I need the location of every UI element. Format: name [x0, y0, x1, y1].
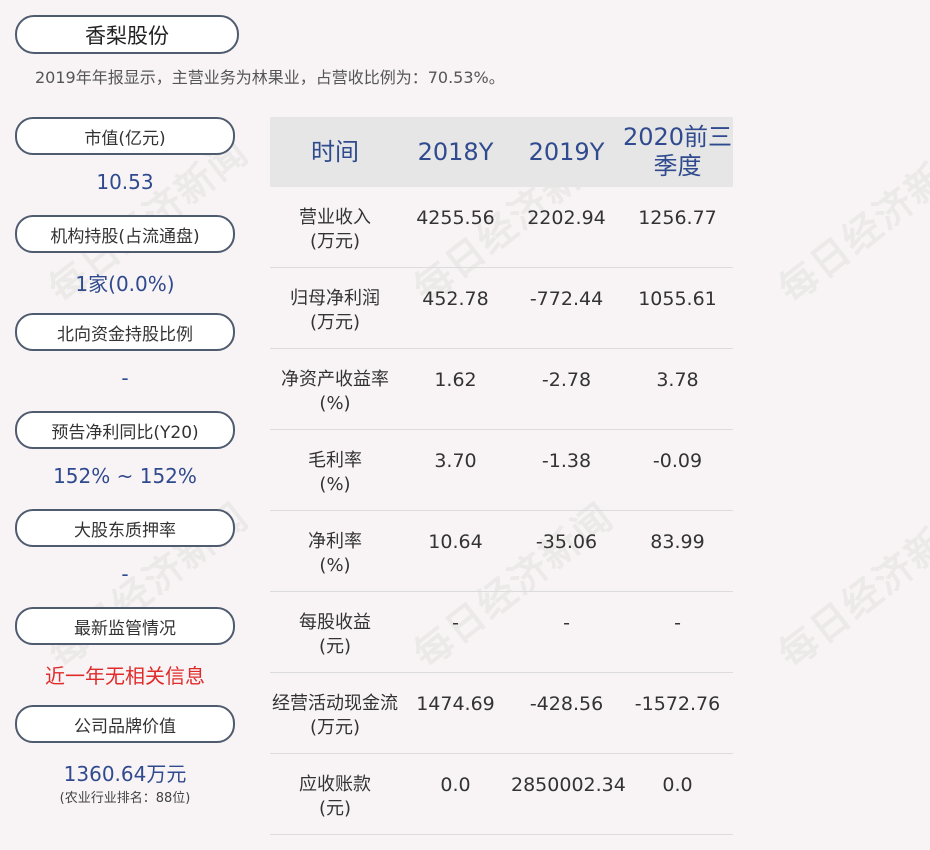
stat-profit-forecast: 预告净利同比(Y20) 152% ~ 152% — [15, 411, 235, 509]
stat-institutional-holding: 机构持股(占流通盘) 1家(0.0%) — [15, 215, 235, 313]
row-label: 应收账款 (元) — [270, 754, 400, 821]
table-cell: -1572.76 — [634, 693, 721, 715]
stat-label: 市值(亿元) — [15, 117, 235, 155]
stat-label: 公司品牌价值 — [15, 705, 235, 743]
stats-column: 市值(亿元) 10.53 机构持股(占流通盘) 1家(0.0%) 北向资金持股比… — [15, 117, 235, 806]
stat-value: - — [121, 366, 129, 390]
table-cell: -2.78 — [541, 369, 592, 391]
stat-value: 1360.64万元 — [63, 762, 187, 786]
table-cell: 3.78 — [656, 369, 699, 391]
table-cell: 1055.61 — [638, 288, 717, 310]
table-cell: - — [452, 612, 459, 634]
company-summary: 2019年年报显示，主营业务为林果业，占营收比例为：70.53%。 — [35, 68, 505, 87]
table-cell: 4255.56 — [416, 207, 495, 229]
table-row: 应收账款 (元) 0.0 2850002.34 0.0 — [270, 754, 733, 835]
row-label-name: 净利率 — [308, 531, 362, 552]
table-cell: -0.09 — [652, 450, 703, 472]
row-label: 净利率 (%) — [270, 511, 400, 578]
header-cell: 2020前三季度 — [622, 123, 733, 180]
table-cell: 83.99 — [650, 531, 705, 553]
row-label: 归母净利润 (万元) — [270, 268, 400, 335]
header-cell: 2019Y — [528, 137, 605, 166]
header-cell: 时间 — [311, 137, 359, 166]
table-cell: 0.0 — [440, 774, 471, 796]
table-cell: 0.0 — [662, 774, 693, 796]
stat-regulatory-status: 最新监管情况 近一年无相关信息 — [15, 607, 235, 705]
stat-label: 最新监管情况 — [15, 607, 235, 645]
row-label-unit: (万元) — [309, 312, 361, 333]
table-row: 营业收入 (万元) 4255.56 2202.94 1256.77 — [270, 187, 733, 268]
table-row: 经营活动现金流 (万元) 1474.69 -428.56 -1572.76 — [270, 673, 733, 754]
financial-table: 时间 2018Y 2019Y 2020前三季度 营业收入 (万元) 4255.5… — [270, 117, 733, 835]
table-cell: 2202.94 — [527, 207, 606, 229]
row-label-name: 净资产收益率 — [281, 369, 389, 390]
stat-value: 近一年无相关信息 — [45, 664, 205, 688]
table-cell: 452.78 — [422, 288, 489, 310]
stat-northbound-holding: 北向资金持股比例 - — [15, 313, 235, 411]
stat-market-cap: 市值(亿元) 10.53 — [15, 117, 235, 215]
table-cell: 3.70 — [434, 450, 477, 472]
stat-label: 机构持股(占流通盘) — [15, 215, 235, 253]
row-label-name: 经营活动现金流 — [272, 693, 398, 714]
stat-value: - — [121, 562, 129, 586]
row-label-unit: (元) — [318, 798, 352, 819]
row-label-name: 每股收益 — [299, 612, 371, 633]
row-label: 净资产收益率 (%) — [270, 349, 400, 416]
table-cell: 2850002.34 — [511, 774, 626, 796]
table-row: 净资产收益率 (%) 1.62 -2.78 3.78 — [270, 349, 733, 430]
stat-value: 1家(0.0%) — [75, 272, 175, 296]
stat-label: 预告净利同比(Y20) — [15, 411, 235, 449]
table-header: 时间 2018Y 2019Y 2020前三季度 — [270, 117, 733, 187]
row-label: 经营活动现金流 (万元) — [270, 673, 400, 740]
stat-pledge-ratio: 大股东质押率 - — [15, 509, 235, 607]
table-cell: - — [563, 612, 570, 634]
row-label-name: 归母净利润 — [290, 288, 380, 309]
table-cell: -1.38 — [541, 450, 592, 472]
row-label-unit: (%) — [319, 393, 351, 414]
table-row: 毛利率 (%) 3.70 -1.38 -0.09 — [270, 430, 733, 511]
row-label: 营业收入 (万元) — [270, 187, 400, 254]
stat-note: (农业行业排名：88位) — [59, 791, 191, 806]
stat-label: 大股东质押率 — [15, 509, 235, 547]
company-name-badge: 香梨股份 — [15, 15, 239, 54]
row-label-name: 应收账款 — [299, 774, 371, 795]
table-cell: 1.62 — [434, 369, 477, 391]
row-label-unit: (万元) — [309, 231, 361, 252]
table-cell: -772.44 — [529, 288, 604, 310]
row-label-name: 毛利率 — [308, 450, 362, 471]
row-label-unit: (元) — [318, 636, 352, 657]
row-label-unit: (万元) — [309, 717, 361, 738]
watermark: 每日经济新闻 — [770, 129, 930, 312]
table-cell: -428.56 — [529, 693, 604, 715]
stat-brand-value: 公司品牌价值 1360.64万元 (农业行业排名：88位) — [15, 705, 235, 806]
table-cell: -35.06 — [535, 531, 598, 553]
row-label: 毛利率 (%) — [270, 430, 400, 497]
table-row: 每股收益 (元) - - - — [270, 592, 733, 673]
table-row: 归母净利润 (万元) 452.78 -772.44 1055.61 — [270, 268, 733, 349]
table-cell: 1474.69 — [416, 693, 495, 715]
row-label-name: 营业收入 — [299, 207, 371, 228]
row-label-unit: (%) — [319, 474, 351, 495]
row-label-unit: (%) — [319, 555, 351, 576]
header-cell: 2018Y — [417, 137, 494, 166]
stat-value: 152% ~ 152% — [53, 464, 197, 488]
row-label: 每股收益 (元) — [270, 592, 400, 659]
table-row: 净利率 (%) 10.64 -35.06 83.99 — [270, 511, 733, 592]
table-cell: 1256.77 — [638, 207, 717, 229]
stat-value: 10.53 — [96, 170, 154, 194]
table-cell: - — [674, 612, 681, 634]
stat-label: 北向资金持股比例 — [15, 313, 235, 351]
watermark: 每日经济新闻 — [770, 494, 930, 677]
table-cell: 10.64 — [428, 531, 483, 553]
